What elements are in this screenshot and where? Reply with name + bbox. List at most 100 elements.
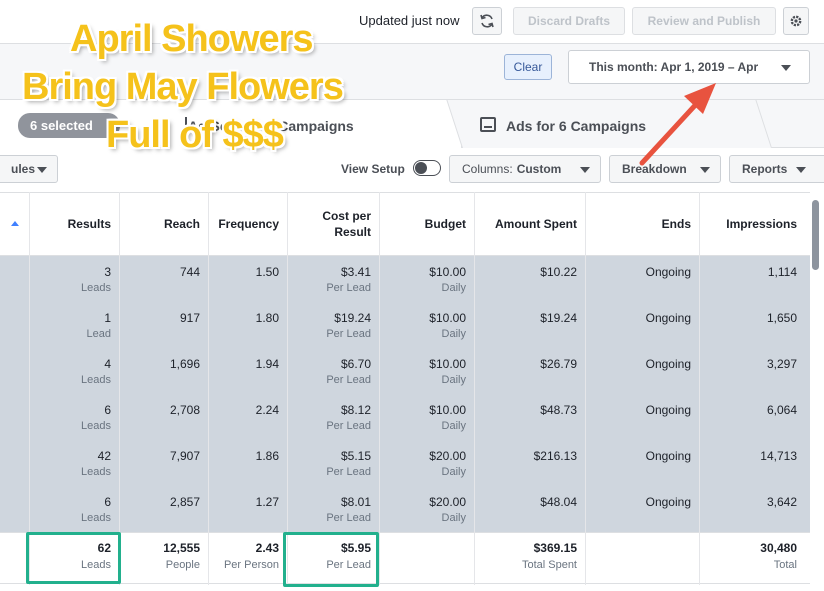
cell-frequency: 1.80 bbox=[208, 311, 287, 325]
cell-impressions: 1,650 bbox=[699, 311, 805, 325]
column-header-frequency[interactable]: Frequency bbox=[208, 192, 287, 256]
cell-budget-value: $10.00 bbox=[429, 265, 466, 279]
column-divider bbox=[699, 192, 700, 585]
total-reach-value: 12,555 bbox=[163, 541, 200, 555]
cell-results-value: 4 bbox=[104, 357, 111, 371]
column-header-ends[interactable]: Ends bbox=[585, 192, 699, 256]
sort-ascending-icon[interactable] bbox=[11, 221, 19, 226]
cell-cost: $5.15 Per Lead bbox=[287, 449, 379, 478]
cell-results-value: 3 bbox=[104, 265, 111, 279]
cell-amount-value: $26.79 bbox=[540, 357, 577, 371]
rules-button[interactable]: ules bbox=[0, 155, 58, 183]
cell-budget: $10.00 Daily bbox=[379, 403, 474, 432]
cell-reach-value: 2,708 bbox=[169, 403, 200, 417]
gear-icon bbox=[790, 15, 802, 27]
columns-prefix: Columns: bbox=[462, 162, 513, 176]
cell-budget: $10.00 Daily bbox=[379, 265, 474, 294]
cell-impressions: 3,297 bbox=[699, 357, 805, 371]
cell-frequency: 1.94 bbox=[208, 357, 287, 371]
cell-cost-unit: Per Lead bbox=[326, 466, 371, 478]
total-frequency-value: 2.43 bbox=[255, 541, 279, 555]
cell-cost-unit: Per Lead bbox=[326, 328, 371, 340]
tab-ads-label[interactable]: Ads for 6 Campaigns bbox=[506, 118, 646, 134]
cell-cost-unit: Per Lead bbox=[326, 512, 371, 524]
cell-reach-value: 1,696 bbox=[169, 357, 200, 371]
cell-results: 3 Leads bbox=[29, 265, 119, 294]
column-divider bbox=[208, 192, 209, 585]
cell-budget-value: $10.00 bbox=[429, 403, 466, 417]
view-setup-toggle[interactable] bbox=[413, 160, 441, 176]
cell-budget: $10.00 Daily bbox=[379, 357, 474, 386]
total-impressions: 30,480 Total bbox=[699, 541, 805, 571]
cell-ends: Ongoing bbox=[585, 495, 699, 509]
review-publish-button[interactable]: Review and Publish bbox=[632, 7, 776, 35]
cell-cost: $19.24 Per Lead bbox=[287, 311, 379, 340]
column-header-reach[interactable]: Reach bbox=[119, 192, 208, 256]
cell-ends: Ongoing bbox=[585, 311, 699, 325]
cell-ends: Ongoing bbox=[585, 449, 699, 463]
chevron-down-icon bbox=[37, 167, 47, 173]
column-header-amount-spent[interactable]: Amount Spent bbox=[474, 192, 585, 256]
cell-ends: Ongoing bbox=[585, 265, 699, 279]
cell-ends-value: Ongoing bbox=[645, 449, 691, 463]
settings-button[interactable] bbox=[783, 7, 809, 35]
cell-results-unit: Leads bbox=[81, 420, 111, 432]
cell-budget-value: $20.00 bbox=[429, 449, 466, 463]
cell-budget-unit: Daily bbox=[441, 282, 466, 294]
cell-results: 4 Leads bbox=[29, 357, 119, 386]
cell-results-unit: Lead bbox=[86, 328, 111, 340]
clear-filters-button[interactable]: Clear bbox=[504, 54, 552, 80]
cell-cost: $8.01 Per Lead bbox=[287, 495, 379, 524]
cell-ends-value: Ongoing bbox=[645, 311, 691, 325]
cell-ends: Ongoing bbox=[585, 357, 699, 371]
cell-amount-value: $48.73 bbox=[540, 403, 577, 417]
column-divider bbox=[287, 192, 288, 585]
breakdown-button[interactable]: Breakdown bbox=[609, 155, 721, 183]
columns-button[interactable]: Columns: Custom bbox=[449, 155, 601, 183]
cell-impressions-value: 14,713 bbox=[760, 449, 797, 463]
column-divider bbox=[585, 192, 586, 585]
cell-frequency: 1.27 bbox=[208, 495, 287, 509]
column-header-results[interactable]: Results bbox=[29, 192, 119, 256]
reports-label: Reports bbox=[742, 162, 788, 176]
cell-results: 6 Leads bbox=[29, 495, 119, 524]
cell-results-unit: Leads bbox=[81, 512, 111, 524]
chevron-down-icon bbox=[781, 65, 791, 71]
cell-frequency-value: 1.80 bbox=[255, 311, 279, 325]
column-header-impressions[interactable]: Impressions bbox=[699, 192, 805, 256]
total-amount-spent: $369.15 Total Spent bbox=[474, 541, 585, 571]
total-reach: 12,555 People bbox=[119, 541, 208, 571]
column-divider bbox=[119, 192, 120, 585]
cell-ends-value: Ongoing bbox=[645, 495, 691, 509]
cell-cost-value: $19.24 bbox=[334, 311, 371, 325]
column-header-budget[interactable]: Budget bbox=[379, 192, 474, 256]
discard-drafts-button[interactable]: Discard Drafts bbox=[513, 7, 625, 35]
cell-impressions-value: 3,297 bbox=[766, 357, 797, 371]
highlight-total-results bbox=[26, 532, 121, 584]
cell-cost: $8.12 Per Lead bbox=[287, 403, 379, 432]
selected-count-badge[interactable]: 6 selected bbox=[18, 113, 120, 138]
date-range-picker[interactable]: This month: Apr 1, 2019 – Apr bbox=[568, 50, 810, 84]
rules-label: ules bbox=[11, 162, 36, 176]
refresh-button[interactable] bbox=[472, 7, 502, 35]
cell-impressions-value: 6,064 bbox=[766, 403, 797, 417]
cell-ends-value: Ongoing bbox=[645, 265, 691, 279]
cell-cost-unit: Per Lead bbox=[326, 282, 371, 294]
cell-frequency: 2.24 bbox=[208, 403, 287, 417]
reports-button[interactable]: Reports bbox=[729, 155, 824, 183]
cell-cost: $6.70 Per Lead bbox=[287, 357, 379, 386]
cell-budget-value: $10.00 bbox=[429, 357, 466, 371]
scrollbar-thumb[interactable] bbox=[812, 200, 819, 270]
breakdown-label: Breakdown bbox=[622, 162, 687, 176]
chevron-down-icon bbox=[580, 167, 590, 173]
cell-reach-value: 2,857 bbox=[169, 495, 200, 509]
column-divider bbox=[29, 192, 30, 585]
cell-impressions-value: 1,114 bbox=[767, 265, 797, 279]
total-frequency: 2.43 Per Person bbox=[208, 541, 287, 571]
view-setup-label: View Setup bbox=[341, 162, 405, 176]
table-body bbox=[0, 256, 824, 532]
overlay-headline-line2: Bring May Flowers bbox=[22, 66, 344, 108]
cell-budget-unit: Daily bbox=[441, 420, 466, 432]
cell-amount: $26.79 bbox=[474, 357, 585, 371]
column-header-cost-per-result[interactable]: Cost per Result bbox=[287, 192, 379, 256]
